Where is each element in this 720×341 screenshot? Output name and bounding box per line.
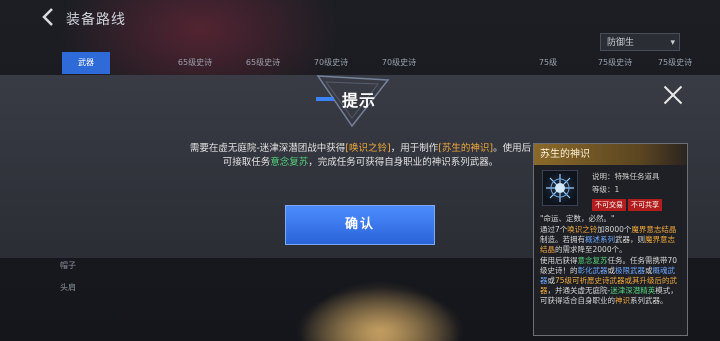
item-summary: 说明：特殊任务道具 等级：1 不可交易 不可共享 (534, 165, 687, 212)
dialog-message: 需要在虚无庭院-迷津深潜团战中获得[唤识之铃]，用于制作[苏生的神识]。使用后可… (188, 142, 533, 170)
lore-text: 制造。若拥有 (540, 235, 585, 244)
tab-item[interactable]: 75级 (530, 52, 566, 74)
page-title: 装备路线 (66, 12, 126, 28)
badge-unshareable: 不可共享 (628, 199, 662, 211)
tab-item[interactable]: 65级史诗 (170, 52, 220, 74)
lore-text: 武器，则 (615, 235, 645, 244)
item-level: 等级：1 (592, 185, 620, 194)
lore-highlight: 概述系列 (585, 235, 615, 244)
tab-item[interactable]: 75级史诗 (590, 52, 640, 74)
lore-paragraph: 使用后获得意念复苏任务。任务需携带70级史诗！的彰化武器或极限武器或概魂武器或7… (540, 256, 681, 306)
lore-highlight: 迷津深潜精英 (610, 286, 656, 295)
tab-weapon[interactable]: 武器 (62, 52, 110, 74)
back-icon[interactable] (38, 7, 58, 27)
quest-name: 意念复苏 (270, 157, 309, 168)
lore-text: 或 (547, 276, 556, 285)
item-tooltip: 苏生的神识 说明：特殊任务道具 等级：1 不可交易 不可共享 "命运、定数，必然。… (533, 143, 688, 336)
item-badges: 不可交易 不可共享 (592, 199, 664, 211)
item-quote: "命运、定数，必然。" (540, 214, 615, 223)
lore-highlight: 唤识之铃 (567, 225, 598, 234)
lore-text: 或 (645, 266, 653, 275)
item-link-revival[interactable]: [苏生的神识] (438, 143, 493, 154)
lore-text: 的需求降至2000个。 (555, 245, 627, 254)
lore-text: 系列武器。 (630, 296, 668, 305)
item-icon (542, 170, 578, 206)
lore-highlight: 彰化武器 (577, 266, 608, 275)
lore-paragraph: 通过7个唤识之铃加8000个魔界意志结晶制造。若拥有概述系列武器，则魔界意志结晶… (540, 225, 681, 255)
lore-text: 使用后获得 (540, 256, 578, 265)
background-glow (300, 280, 460, 341)
lore-highlight: 神识 (615, 296, 630, 305)
lore-highlight: 魔界意志结晶 (631, 225, 677, 234)
close-icon[interactable] (662, 84, 684, 106)
lore-highlight: 意念复苏 (577, 256, 608, 265)
lore-text: 通过7个 (540, 225, 568, 234)
message-text: 需要在虚无庭院-迷津深潜团战中获得 (189, 143, 346, 154)
lore-text: 加8000个 (597, 225, 632, 234)
lore-highlight: 极限武器 (615, 266, 645, 275)
filter-dropdown[interactable]: 防御生 (600, 33, 680, 52)
message-text: ，用于制作 (390, 143, 439, 154)
title-accent-bar (316, 97, 334, 101)
item-lore: "命运、定数，必然。" 通过7个唤识之铃加8000个魔界意志结晶制造。若拥有概述… (534, 212, 687, 306)
lore-text: ，并通关虚无庭院- (547, 286, 611, 295)
equipment-slot-list: 帽子 头肩 (60, 255, 140, 299)
item-description: 说明：特殊任务道具 (592, 172, 660, 181)
lore-text: 或 (607, 266, 616, 275)
badge-untradeable: 不可交易 (592, 199, 626, 211)
list-item[interactable]: 头肩 (60, 277, 140, 299)
tab-item[interactable]: 75级史诗 (650, 52, 700, 74)
item-name: 苏生的神识 (534, 144, 687, 165)
crystal-star-icon (546, 174, 574, 202)
list-item[interactable]: 帽子 (60, 255, 140, 277)
tab-item[interactable]: 65级史诗 (238, 52, 288, 74)
dialog-title: 提示 (342, 91, 377, 110)
item-link-bell[interactable]: [唤识之铃] (345, 143, 390, 154)
confirm-button[interactable]: 确认 (285, 205, 435, 245)
message-text: ，完成任务可获得自身职业的神识系列武器。 (308, 157, 499, 168)
